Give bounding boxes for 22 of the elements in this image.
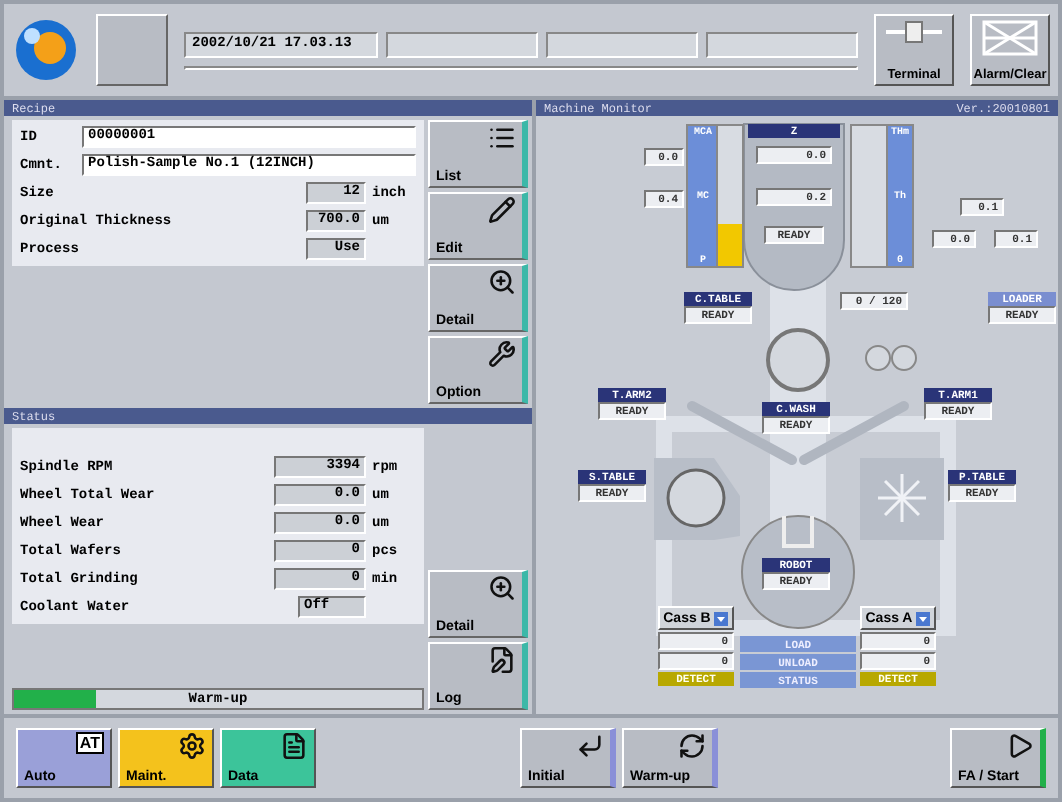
document-icon bbox=[280, 732, 308, 760]
dropdown-icon bbox=[714, 611, 729, 625]
magnifier-icon bbox=[488, 574, 516, 602]
logo-icon bbox=[12, 16, 80, 84]
double-circle-drawing bbox=[865, 345, 917, 371]
meter-gauge bbox=[850, 124, 890, 268]
pencil-icon bbox=[488, 196, 516, 224]
refresh-icon bbox=[678, 732, 706, 760]
document-pencil-icon bbox=[488, 646, 516, 674]
chuck-drawing bbox=[766, 328, 830, 392]
starburst-table-drawing bbox=[860, 458, 944, 540]
play-icon bbox=[1006, 732, 1034, 760]
list-icon bbox=[488, 124, 516, 152]
slider-icon bbox=[884, 18, 944, 46]
hexagon-table-drawing bbox=[654, 458, 740, 540]
magnifier-icon bbox=[488, 268, 516, 296]
return-arrow-icon bbox=[576, 732, 604, 760]
mode-badge: AT bbox=[75, 732, 104, 754]
dropdown-icon bbox=[916, 611, 931, 625]
wrench-icon bbox=[488, 340, 516, 368]
blank-button[interactable] bbox=[96, 14, 168, 86]
settings-icon bbox=[178, 732, 206, 760]
